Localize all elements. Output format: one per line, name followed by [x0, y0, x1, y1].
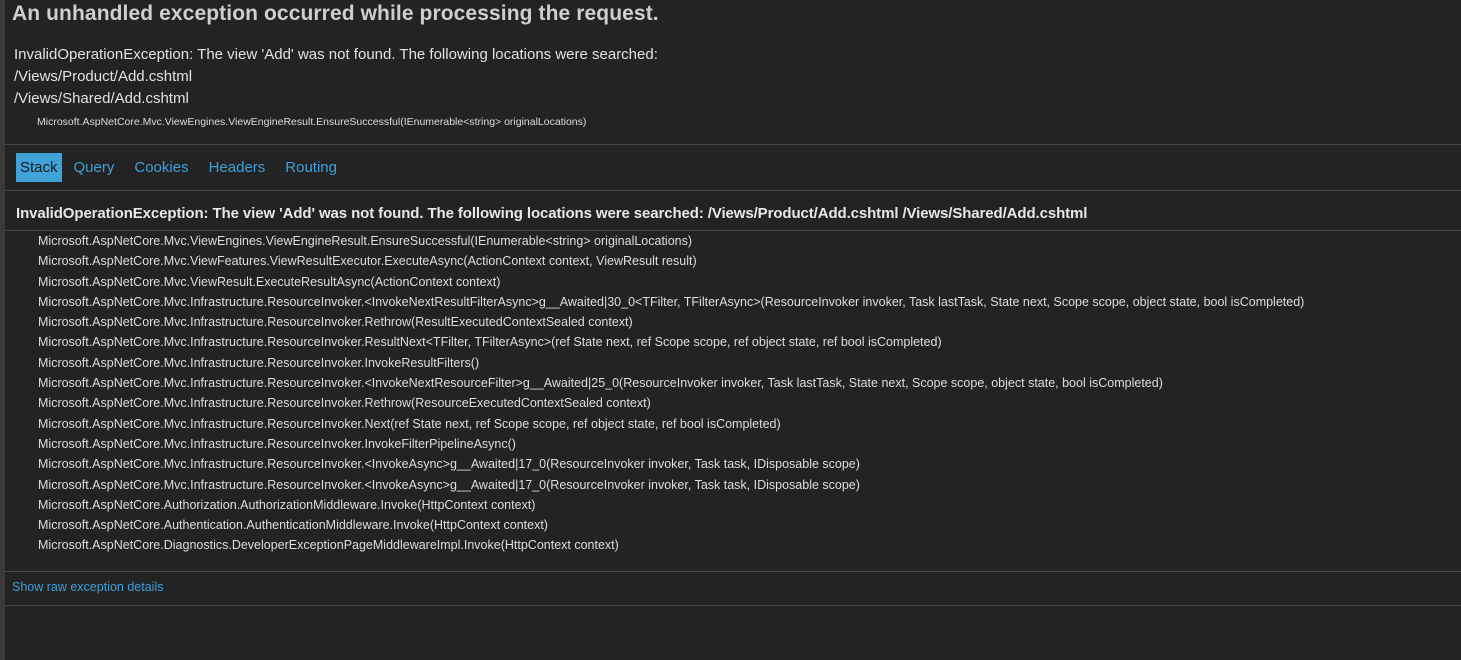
stack-frame: Microsoft.AspNetCore.Mvc.Infrastructure.… [38, 355, 480, 370]
tab-query[interactable]: Query [70, 153, 119, 182]
divider [5, 605, 1461, 606]
stack-frame: Microsoft.AspNetCore.Mvc.Infrastructure.… [38, 396, 651, 411]
stack-frame-list: Microsoft.AspNetCore.Mvc.ViewEngines.Vie… [38, 231, 1304, 556]
stack-frame: Microsoft.AspNetCore.Diagnostics.Develop… [38, 538, 619, 553]
exception-summary: InvalidOperationException: The view 'Add… [14, 44, 658, 110]
summary-message: InvalidOperationException: The view 'Add… [14, 46, 658, 63]
page-title: An unhandled exception occurred while pr… [12, 2, 659, 25]
stack-frame: Microsoft.AspNetCore.Mvc.Infrastructure.… [38, 335, 942, 350]
stack-frame: Microsoft.AspNetCore.Mvc.ViewResult.Exec… [38, 274, 501, 289]
tab-bar: Stack Query Cookies Headers Routing [16, 153, 353, 182]
error-page: An unhandled exception occurred while pr… [5, 0, 1461, 660]
summary-frame: Microsoft.AspNetCore.Mvc.ViewEngines.Vie… [37, 116, 587, 128]
divider [5, 190, 1461, 191]
summary-location: /Views/Product/Add.cshtml [14, 68, 193, 85]
tab-routing[interactable]: Routing [281, 153, 341, 182]
tab-headers[interactable]: Headers [205, 153, 270, 182]
stack-exception-title: InvalidOperationException: The view 'Add… [16, 205, 1088, 222]
summary-location: /Views/Shared/Add.cshtml [14, 90, 189, 107]
stack-frame: Microsoft.AspNetCore.Mvc.Infrastructure.… [38, 315, 633, 330]
divider [5, 144, 1461, 145]
tab-stack[interactable]: Stack [16, 153, 62, 182]
show-raw-exception-link[interactable]: Show raw exception details [12, 580, 163, 594]
stack-frame: Microsoft.AspNetCore.Mvc.Infrastructure.… [38, 376, 1163, 391]
divider [5, 571, 1461, 572]
stack-frame: Microsoft.AspNetCore.Mvc.Infrastructure.… [38, 436, 516, 451]
stack-frame: Microsoft.AspNetCore.Mvc.Infrastructure.… [38, 294, 1305, 309]
stack-frame: Microsoft.AspNetCore.Authentication.Auth… [38, 518, 548, 533]
stack-frame: Microsoft.AspNetCore.Mvc.Infrastructure.… [38, 477, 860, 492]
stack-frame: Microsoft.AspNetCore.Mvc.ViewFeatures.Vi… [38, 254, 697, 269]
stack-frame: Microsoft.AspNetCore.Mvc.ViewEngines.Vie… [38, 234, 693, 248]
stack-frame: Microsoft.AspNetCore.Mvc.Infrastructure.… [38, 457, 860, 472]
stack-frame: Microsoft.AspNetCore.Mvc.Infrastructure.… [38, 416, 781, 431]
tab-cookies[interactable]: Cookies [130, 153, 192, 182]
stack-frame: Microsoft.AspNetCore.Authorization.Autho… [38, 497, 536, 512]
